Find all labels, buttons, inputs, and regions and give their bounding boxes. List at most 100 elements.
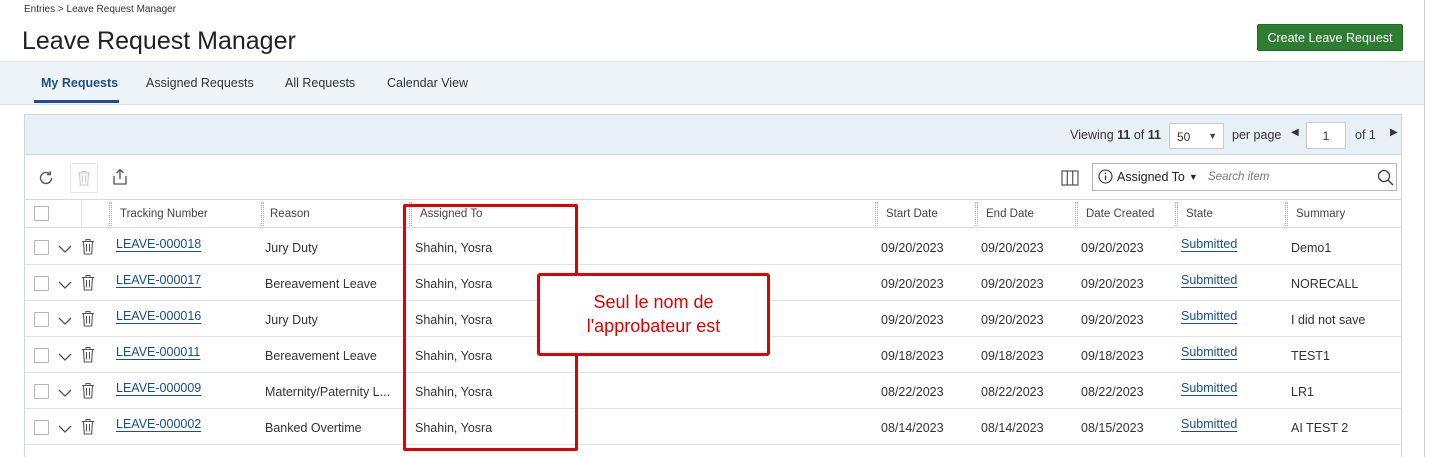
reason-cell: Jury Duty bbox=[265, 313, 318, 327]
column-header-reason[interactable]: Reason bbox=[270, 208, 310, 220]
tab-my-requests[interactable]: My Requests bbox=[41, 76, 118, 90]
annotation-callout: Seul le nom de l'approbateur est bbox=[537, 273, 770, 356]
column-resize-handle[interactable] bbox=[1075, 202, 1078, 226]
column-resize-handle[interactable] bbox=[875, 202, 878, 226]
active-tab-indicator bbox=[34, 100, 119, 103]
expand-row-chevron-icon[interactable] bbox=[58, 421, 72, 439]
grid-toolbar: Assigned To ▼ bbox=[25, 156, 1401, 200]
reason-cell: Banked Overtime bbox=[265, 421, 362, 435]
column-header-state[interactable]: State bbox=[1186, 208, 1213, 220]
row-checkbox[interactable] bbox=[34, 384, 49, 399]
start-date-cell: 09/20/2023 bbox=[881, 241, 944, 255]
delete-row-icon[interactable] bbox=[81, 310, 95, 332]
tracking-number-link[interactable]: LEAVE-000002 bbox=[116, 417, 201, 431]
viewing-count: Viewing 11 of 11 bbox=[1070, 128, 1161, 142]
search-icon[interactable] bbox=[1377, 169, 1394, 191]
date-created-cell: 09/20/2023 bbox=[1081, 313, 1144, 327]
delete-row-icon[interactable] bbox=[81, 418, 95, 440]
tab-assigned-requests[interactable]: Assigned Requests bbox=[146, 76, 254, 90]
delete-row-icon[interactable] bbox=[81, 346, 95, 368]
previous-page-icon[interactable]: ◀ bbox=[1291, 127, 1299, 138]
grid-pagination-bar: Viewing 11 of 11 50 ▼ per page ◀ of 1 ▶ bbox=[25, 115, 1401, 155]
expand-row-chevron-icon[interactable] bbox=[58, 385, 72, 403]
column-header-tracking-number[interactable]: Tracking Number bbox=[120, 208, 208, 220]
table-row[interactable]: LEAVE-000018 Jury Duty Shahin, Yosra 09/… bbox=[25, 229, 1401, 265]
delete-row-icon[interactable] bbox=[81, 382, 95, 404]
reason-cell: Maternity/Paternity L... bbox=[265, 385, 391, 399]
column-header-start-date[interactable]: Start Date bbox=[886, 208, 938, 220]
per-page-value: 50 bbox=[1177, 130, 1191, 144]
window-edge bbox=[1424, 0, 1425, 457]
state-link[interactable]: Submitted bbox=[1181, 417, 1237, 431]
column-resize-handle[interactable] bbox=[1175, 202, 1178, 226]
end-date-cell: 09/18/2023 bbox=[981, 349, 1044, 363]
viewing-total: 11 bbox=[1147, 128, 1161, 142]
tracking-number-link[interactable]: LEAVE-000017 bbox=[116, 273, 201, 287]
start-date-cell: 09/18/2023 bbox=[881, 349, 944, 363]
delete-row-icon[interactable] bbox=[81, 274, 95, 296]
state-link[interactable]: Submitted bbox=[1181, 345, 1237, 359]
chevron-down-icon: ▼ bbox=[1208, 131, 1217, 141]
column-resize-handle[interactable] bbox=[1285, 202, 1288, 226]
column-header-date-created[interactable]: Date Created bbox=[1086, 208, 1154, 220]
column-resize-handle[interactable] bbox=[109, 202, 112, 226]
end-date-cell: 09/20/2023 bbox=[981, 277, 1044, 291]
tab-all-requests[interactable]: All Requests bbox=[285, 76, 355, 90]
tab-calendar-view[interactable]: Calendar View bbox=[387, 76, 468, 90]
end-date-cell: 09/20/2023 bbox=[981, 241, 1044, 255]
column-resize-handle[interactable] bbox=[975, 202, 978, 226]
date-created-cell: 09/20/2023 bbox=[1081, 241, 1144, 255]
next-page-icon[interactable]: ▶ bbox=[1390, 127, 1398, 138]
delete-selected-icon[interactable] bbox=[70, 163, 98, 193]
table-row[interactable]: LEAVE-000009 Maternity/Paternity L... Sh… bbox=[25, 373, 1401, 409]
per-page-label: per page bbox=[1232, 128, 1282, 142]
tracking-number-link[interactable]: LEAVE-000009 bbox=[116, 381, 201, 395]
expand-row-chevron-icon[interactable] bbox=[58, 277, 72, 295]
date-created-cell: 08/15/2023 bbox=[1081, 421, 1144, 435]
caret-down-icon: ▼ bbox=[1188, 171, 1198, 182]
search-input[interactable] bbox=[1208, 168, 1368, 186]
viewing-of-label: of bbox=[1133, 128, 1145, 142]
export-icon[interactable] bbox=[111, 168, 129, 191]
select-all-checkbox[interactable] bbox=[34, 206, 49, 221]
expand-row-chevron-icon[interactable] bbox=[58, 241, 72, 259]
create-leave-request-button[interactable]: Create Leave Request bbox=[1257, 24, 1403, 51]
summary-cell: AI TEST 2 bbox=[1291, 421, 1349, 435]
end-date-cell: 09/20/2023 bbox=[981, 313, 1044, 327]
date-created-cell: 09/20/2023 bbox=[1081, 277, 1144, 291]
column-header-end-date[interactable]: End Date bbox=[986, 208, 1034, 220]
state-link[interactable]: Submitted bbox=[1181, 273, 1237, 287]
column-resize-handle[interactable] bbox=[261, 202, 264, 226]
info-icon bbox=[1098, 169, 1113, 184]
date-created-cell: 09/18/2023 bbox=[1081, 349, 1144, 363]
row-checkbox[interactable] bbox=[34, 348, 49, 363]
tracking-number-link[interactable]: LEAVE-000016 bbox=[116, 309, 201, 323]
expand-row-chevron-icon[interactable] bbox=[58, 349, 72, 367]
row-checkbox[interactable] bbox=[34, 276, 49, 291]
per-page-select[interactable]: 50 ▼ bbox=[1169, 123, 1224, 149]
state-link[interactable]: Submitted bbox=[1181, 237, 1237, 251]
state-link[interactable]: Submitted bbox=[1181, 309, 1237, 323]
summary-cell: LR1 bbox=[1291, 385, 1314, 399]
column-divider bbox=[81, 200, 82, 228]
reason-cell: Jury Duty bbox=[265, 241, 318, 255]
tracking-number-link[interactable]: LEAVE-000018 bbox=[116, 237, 201, 251]
viewing-label: Viewing bbox=[1070, 128, 1114, 142]
search-field-select[interactable]: Assigned To ▼ bbox=[1098, 169, 1198, 184]
column-chooser-icon[interactable] bbox=[1061, 170, 1079, 191]
refresh-icon[interactable] bbox=[37, 169, 55, 192]
column-header-summary[interactable]: Summary bbox=[1296, 208, 1345, 220]
summary-cell: TEST1 bbox=[1291, 349, 1330, 363]
row-checkbox[interactable] bbox=[34, 240, 49, 255]
row-checkbox[interactable] bbox=[34, 420, 49, 435]
expand-row-chevron-icon[interactable] bbox=[58, 313, 72, 331]
tab-bar: My Requests Assigned Requests All Reques… bbox=[0, 62, 1424, 105]
delete-row-icon[interactable] bbox=[81, 238, 95, 260]
end-date-cell: 08/22/2023 bbox=[981, 385, 1044, 399]
start-date-cell: 08/22/2023 bbox=[881, 385, 944, 399]
tracking-number-link[interactable]: LEAVE-000011 bbox=[116, 345, 200, 359]
page-number-input[interactable] bbox=[1306, 122, 1346, 149]
row-checkbox[interactable] bbox=[34, 312, 49, 327]
state-link[interactable]: Submitted bbox=[1181, 381, 1237, 395]
table-row[interactable]: LEAVE-000002 Banked Overtime Shahin, Yos… bbox=[25, 409, 1401, 445]
